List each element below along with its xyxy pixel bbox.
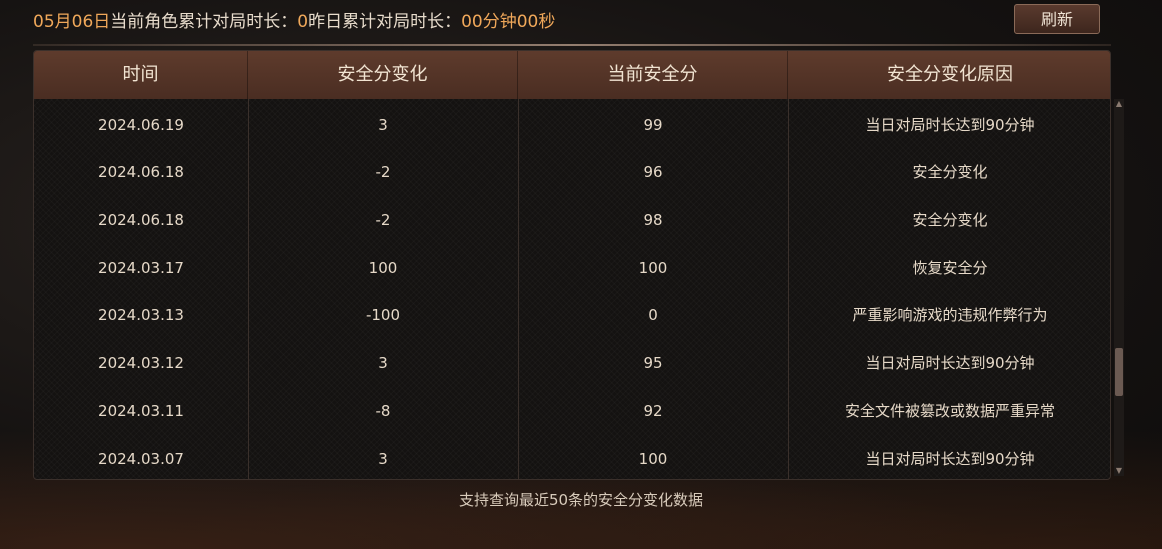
cell-current-score: 99	[643, 115, 663, 134]
cell-reason: 严重影响游戏的违规作弊行为	[852, 306, 1048, 325]
refresh-button[interactable]: 刷新	[1014, 4, 1100, 34]
cell-current-score: 100	[638, 258, 668, 277]
table-rows: 2024.06.19-297安全分变化2024.06.19399当日对局时长达到…	[34, 99, 1110, 480]
cell-score-change: -2	[375, 211, 391, 230]
table-header: 时间 安全分变化 当前安全分 安全分变化原因	[34, 51, 1110, 99]
cell-reason: 当日对局时长达到90分钟	[865, 354, 1035, 373]
score-history-table: 时间 安全分变化 当前安全分 安全分变化原因 2024.06.19-297安全分…	[33, 50, 1111, 480]
table-row: 2024.03.13 -100 0 严重影响游戏的违规作弊行为	[34, 292, 1110, 340]
play-time-summary: 05月06日当前角色累计对局时长：0昨日累计对局时长：00分钟00秒	[33, 8, 1113, 36]
column-header-reason: 安全分变化原因	[887, 64, 1013, 85]
column-divider	[788, 51, 789, 479]
column-divider	[518, 51, 519, 479]
cell-reason: 恢复安全分	[912, 258, 988, 277]
cell-time: 2024.06.18	[98, 211, 184, 230]
cell-current-score: 95	[643, 354, 663, 373]
cell-score-change: -100	[365, 306, 401, 325]
column-header-current-score: 当前安全分	[518, 51, 788, 99]
table-row: 2024.03.12 3 95 当日对局时长达到90分钟	[34, 340, 1110, 388]
cell-time: 2024.06.18	[98, 163, 184, 182]
table-row: 2024.03.11 -8 92 安全文件被篡改或数据严重异常	[34, 388, 1110, 436]
cell-score-change: 3	[378, 449, 388, 468]
cell-time: 2024.06.19	[98, 115, 184, 134]
cell-score-change: -8	[375, 401, 391, 420]
scroll-down-arrow-icon[interactable]: ▼	[1114, 466, 1124, 476]
column-header-score-change: 安全分变化	[248, 51, 518, 99]
cell-time: 2024.03.13	[98, 306, 184, 325]
cell-time: 2024.03.11	[98, 401, 184, 420]
cell-current-score: 98	[643, 211, 663, 230]
cell-current-score: 0	[648, 306, 658, 325]
cell-reason: 当日对局时长达到90分钟	[865, 115, 1035, 134]
cell-current-score: 100	[638, 449, 668, 468]
cell-score-change: 100	[368, 258, 398, 277]
cell-score-change: 3	[378, 115, 388, 134]
cell-reason: 安全分变化	[912, 163, 988, 182]
scrollbar-thumb[interactable]	[1115, 348, 1123, 396]
cell-time: 2024.03.17	[98, 258, 184, 277]
scroll-up-arrow-icon[interactable]: ▲	[1114, 99, 1124, 109]
cell-reason: 安全文件被篡改或数据严重异常	[844, 401, 1055, 420]
cell-current-score: 96	[643, 163, 663, 182]
table-row: 2024.06.18 -2 96 安全分变化	[34, 149, 1110, 197]
table-row: 2024.03.07 3 100 当日对局时长达到90分钟	[34, 436, 1110, 480]
yesterday-playtime-value: 00分钟00秒	[461, 12, 556, 32]
cell-reason: 当日对局时长达到90分钟	[865, 449, 1035, 468]
divider	[33, 44, 1111, 46]
today-playtime-value: 0	[297, 12, 309, 32]
date-label: 05月06日	[33, 12, 111, 32]
cell-time: 2024.03.12	[98, 354, 184, 373]
scrollbar-track[interactable]	[1114, 99, 1124, 476]
cell-time: 2024.03.07	[98, 449, 184, 468]
table-row: 2024.06.18 -2 98 安全分变化	[34, 197, 1110, 245]
cell-score-change: -2	[375, 163, 391, 182]
yesterday-playtime-label: 昨日累计对局时长：	[308, 12, 462, 32]
cell-score-change: 3	[378, 354, 388, 373]
table-row: 2024.06.19 3 99 当日对局时长达到90分钟	[34, 102, 1110, 150]
column-divider	[248, 51, 249, 479]
column-header-time: 时间	[34, 51, 248, 99]
table-body[interactable]: 2024.06.19-297安全分变化2024.06.19399当日对局时长达到…	[34, 99, 1110, 480]
cell-reason: 安全分变化	[912, 211, 988, 230]
today-playtime-label: 当前角色累计对局时长：	[110, 12, 298, 32]
cell-current-score: 92	[643, 401, 663, 420]
table-row: 2024.03.17 100 100 恢复安全分	[34, 245, 1110, 293]
footer-note: 支持查询最近50条的安全分变化数据	[458, 491, 704, 509]
